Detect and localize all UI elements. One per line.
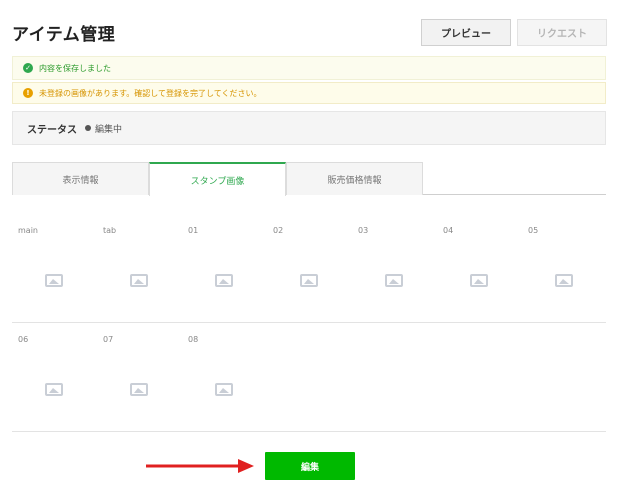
image-slot-main[interactable]: main	[12, 218, 97, 313]
warning-alert-text: 未登録の画像があります。確認して登録を完了してください。	[39, 88, 262, 98]
status-bar: ステータス 編集中	[12, 111, 606, 145]
row-divider	[12, 431, 606, 432]
tab-sticker-images[interactable]: スタンプ画像	[149, 162, 286, 196]
row-divider	[12, 322, 606, 323]
slot-label: 08	[188, 335, 199, 344]
image-slot-03[interactable]: 03	[352, 218, 437, 313]
preview-button[interactable]: プレビュー	[421, 19, 511, 46]
image-placeholder-icon	[45, 383, 63, 396]
slot-label: 06	[18, 335, 29, 344]
image-slot-05[interactable]: 05	[522, 218, 607, 313]
tab-sales-price-info[interactable]: 販売価格情報	[286, 162, 423, 195]
tab-bar: 表示情報 スタンプ画像 販売価格情報	[12, 162, 606, 196]
image-slot-07[interactable]: 07	[97, 327, 182, 422]
image-placeholder-icon	[45, 274, 63, 287]
slot-label: 02	[273, 226, 284, 235]
red-arrow-icon	[146, 459, 254, 473]
slot-label: main	[18, 226, 38, 235]
slot-label: tab	[103, 226, 117, 235]
success-alert: ✓ 内容を保存しました	[12, 56, 606, 80]
image-slot-tab[interactable]: tab	[97, 218, 182, 313]
slot-label: 04	[443, 226, 454, 235]
tab-display-info[interactable]: 表示情報	[12, 162, 149, 195]
warning-alert: ! 未登録の画像があります。確認して登録を完了してください。	[12, 82, 606, 104]
page-title: アイテム管理	[12, 25, 116, 45]
image-slot-06[interactable]: 06	[12, 327, 97, 422]
status-label: ステータス	[27, 124, 77, 136]
image-placeholder-icon	[470, 274, 488, 287]
check-circle-icon: ✓	[23, 63, 33, 73]
slot-label: 05	[528, 226, 539, 235]
slot-label: 01	[188, 226, 199, 235]
image-slot-04[interactable]: 04	[437, 218, 522, 313]
request-button[interactable]: リクエスト	[517, 19, 607, 46]
status-dot-icon	[85, 125, 91, 131]
image-placeholder-icon	[130, 383, 148, 396]
image-placeholder-icon	[385, 274, 403, 287]
image-placeholder-icon	[130, 274, 148, 287]
slot-label: 07	[103, 335, 114, 344]
slot-label: 03	[358, 226, 369, 235]
image-slot-08[interactable]: 08	[182, 327, 267, 422]
status-value: 編集中	[95, 124, 123, 135]
exclamation-circle-icon: !	[23, 88, 33, 98]
image-slot-01[interactable]: 01	[182, 218, 267, 313]
image-placeholder-icon	[215, 383, 233, 396]
image-placeholder-icon	[555, 274, 573, 287]
success-alert-text: 内容を保存しました	[39, 63, 111, 73]
image-slot-02[interactable]: 02	[267, 218, 352, 313]
image-placeholder-icon	[300, 274, 318, 287]
edit-button[interactable]: 編集	[265, 452, 355, 480]
image-placeholder-icon	[215, 274, 233, 287]
